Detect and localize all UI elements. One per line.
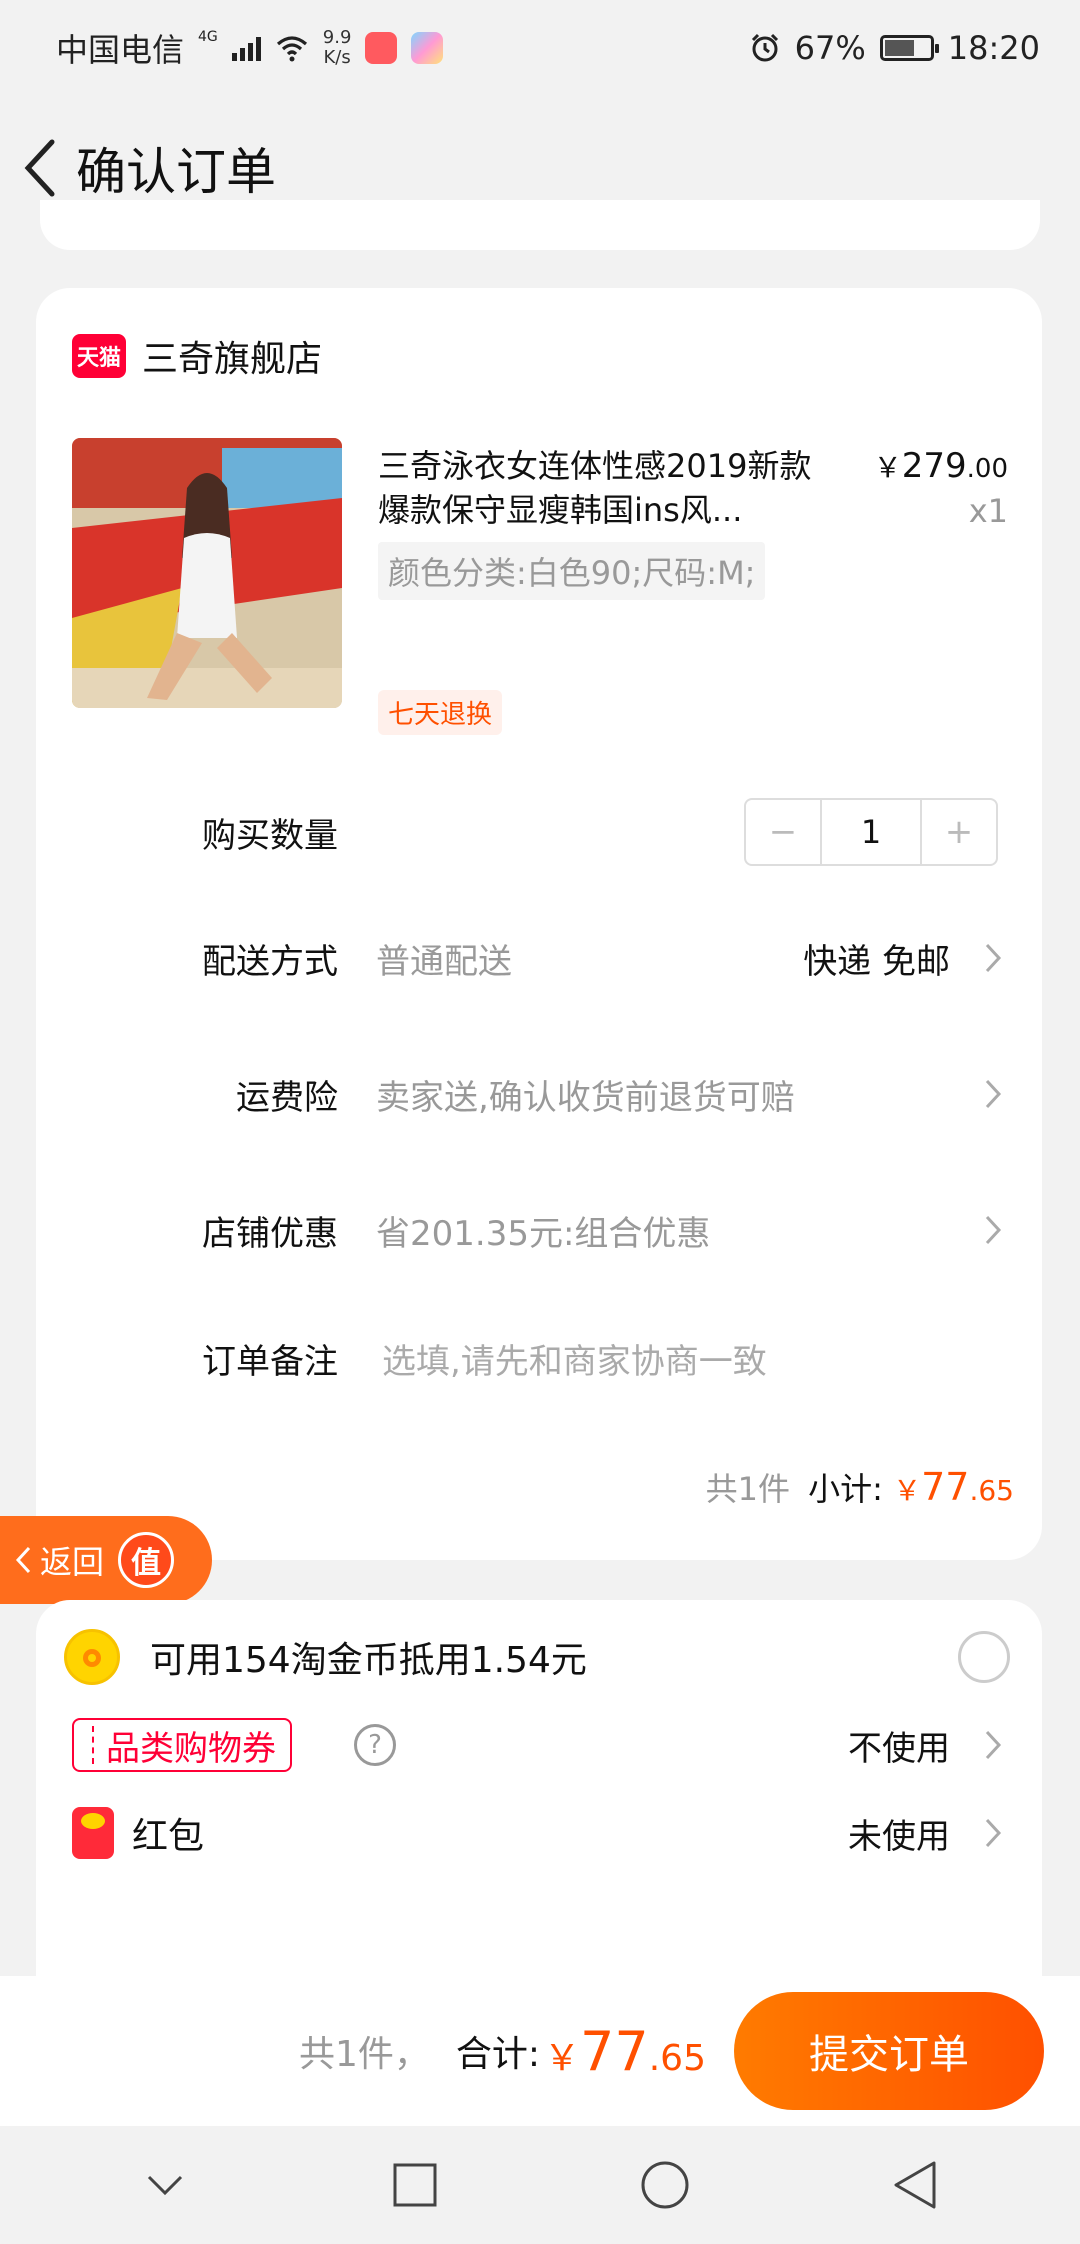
coins-text: 可用154淘金币抵用1.54元 [150,1640,587,1681]
delivery-label: 配送方式 [202,941,338,982]
network-type: 4G [198,29,218,45]
delivery-row[interactable]: 配送方式 普通配送 快递 免邮 [36,918,1042,998]
insurance-label: 运费险 [236,1077,338,1118]
status-left: 中国电信 4G 9.9 K/s [56,25,444,71]
shop-row[interactable]: 天猫 三奇旗舰店 [72,330,322,382]
chevron-left-icon [15,1546,31,1574]
increment-button[interactable]: + [922,800,996,864]
total-count: 共1件， [298,2034,430,2075]
gallery-notification-icon [411,32,444,64]
chevron-down-icon[interactable] [125,2145,205,2225]
speed-unit: K/s [323,47,351,68]
square-icon[interactable] [375,2145,455,2225]
alarm-icon [751,33,778,62]
coupon-row[interactable]: 品类购物券 ? 不使用 [36,1700,1042,1790]
order-note-input[interactable]: 选填,请先和商家协商一致 [382,1334,767,1383]
system-nav-bar [0,2126,1080,2244]
help-icon[interactable]: ? [354,1724,396,1766]
quantity-stepper[interactable]: − 1 + [744,798,998,866]
shop-discount-row[interactable]: 店铺优惠 省201.35元:组合优惠 [36,1190,1042,1270]
battery-icon [879,35,939,61]
product-image[interactable] [72,438,342,708]
return-policy-badge: 七天退换 [378,690,503,735]
quantity-value[interactable]: 1 [820,800,922,864]
chevron-right-icon [978,1210,1008,1250]
chevron-right-icon [978,1813,1008,1853]
insurance-value: 卖家送,确认收货前退货可赔 [376,1077,795,1118]
triangle-back-icon[interactable] [875,2145,955,2225]
subtotal: 共1件 小计: ￥77.65 [706,1464,1014,1510]
signal-icon [231,35,261,61]
coins-row[interactable]: 可用154淘金币抵用1.54元 [36,1612,1042,1702]
status-right: 67% 18:20 [749,29,1040,67]
battery-percent: 67% [794,29,866,67]
circle-icon[interactable] [625,2145,705,2225]
price-box: ￥279.00 x1 [874,446,1008,530]
submit-order-button[interactable]: 提交订单 [734,1992,1044,2110]
chevron-right-icon [978,938,1008,978]
product-quantity: x1 [968,492,1008,530]
return-label: 返回 [40,1543,105,1581]
previous-card-edge [40,200,1040,250]
back-button[interactable] [10,128,70,208]
coupon-tag: 品类购物券 [72,1718,292,1772]
tmall-badge: 天猫 [72,334,126,378]
order-note-row: 订单备注 选填,请先和商家协商一致 [36,1318,1042,1398]
total-label: 合计: [455,2034,540,2075]
redpacket-label: 红包 [132,1816,205,1857]
discount-label: 店铺优惠 [202,1213,338,1254]
carrier-name: 中国电信 [56,31,185,69]
delivery-option: 快递 免邮 [803,941,950,982]
page-title: 确认订单 [76,143,276,201]
quantity-label: 购买数量 [202,815,338,856]
chevron-left-icon [24,139,55,197]
clock: 18:20 [947,29,1040,67]
delivery-value: 普通配送 [376,941,512,982]
order-card: 天猫 三奇旗舰店 三奇泳衣女连体性感2019新款爆款保守显瘦韩国ins风... … [36,288,1042,1560]
wifi-icon [276,36,307,62]
red-packet-icon [72,1807,114,1859]
discount-value: 省201.35元:组合优惠 [376,1213,711,1254]
subtotal-count: 共1件 [705,1470,790,1508]
app-notification-icon [365,32,398,64]
chevron-right-icon [978,1725,1008,1765]
shipping-insurance-row[interactable]: 运费险 卖家送,确认收货前退货可赔 [36,1054,1042,1134]
status-bar: 中国电信 4G 9.9 K/s 67% 18:20 [0,0,1080,96]
quantity-row: 购买数量 − 1 + [36,792,1042,872]
total-amount: ￥77.65 [544,2019,706,2083]
coupon-status: 不使用 [848,1728,950,1769]
decrement-button[interactable]: − [746,800,820,864]
redpacket-row[interactable]: 红包 未使用 [36,1788,1042,1878]
subtotal-label: 小计: [808,1470,883,1508]
product-title[interactable]: 三奇泳衣女连体性感2019新款爆款保守显瘦韩国ins风... [378,444,818,532]
sku-tag[interactable]: 颜色分类:白色90;尺码:M; [378,542,766,600]
benefits-card: 可用154淘金币抵用1.54元 品类购物券 ? 不使用 红包 未使用 [36,1600,1042,1980]
speed-value: 9.9 [322,27,352,48]
floating-return-button[interactable]: 返回 值 [0,1516,212,1604]
product-price: ￥279.00 [873,446,1008,486]
redpacket-status: 未使用 [848,1816,950,1857]
bottom-bar: 共1件， 合计: ￥77.65 提交订单 [0,1976,1080,2126]
network-speed: 9.9 K/s [323,28,352,68]
coins-radio[interactable] [958,1631,1010,1683]
subtotal-amount: ￥77.65 [893,1465,1014,1509]
chevron-right-icon [978,1074,1008,1114]
shop-name: 三奇旗舰店 [142,339,323,380]
note-label: 订单备注 [202,1341,338,1382]
coin-icon [64,1629,120,1685]
value-badge: 值 [118,1532,175,1588]
